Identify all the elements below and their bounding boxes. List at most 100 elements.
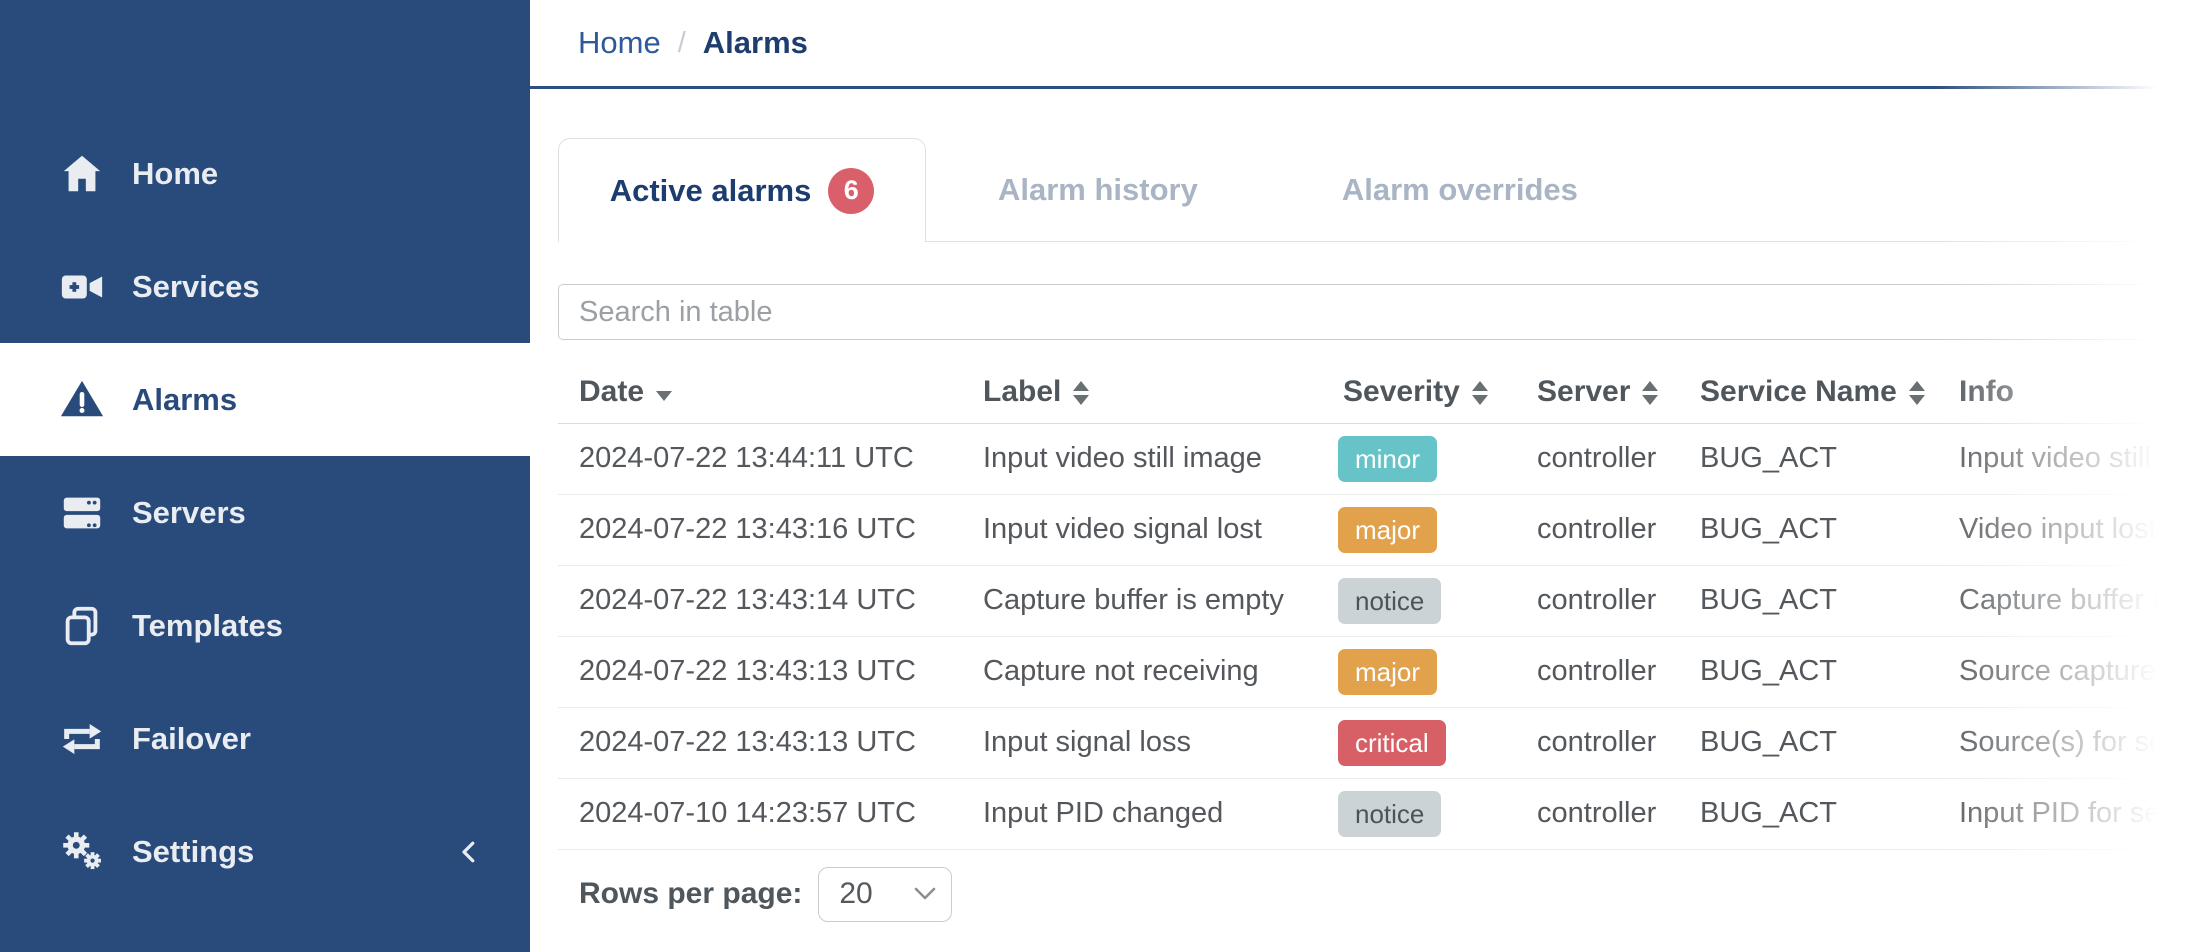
severity-badge: major (1338, 506, 1438, 553)
severity-badge: notice (1338, 577, 1442, 624)
cell-service-name: BUG_ACT (1679, 778, 1938, 850)
table-row[interactable]: 2024-07-22 13:43:16 UTC Input video sign… (558, 494, 2206, 566)
severity-badge: minor (1338, 435, 1438, 482)
cell-service-name: BUG_ACT (1679, 494, 1938, 566)
breadcrumb-current: Alarms (702, 25, 808, 60)
search-input[interactable] (558, 284, 2206, 340)
cell-server: controller (1516, 565, 1679, 637)
servers-icon (59, 490, 105, 536)
sidebar: Home Services Alarms Servers Templates F… (0, 0, 530, 952)
gears-icon (59, 829, 105, 875)
cell-server: controller (1516, 423, 1679, 495)
table-row[interactable]: 2024-07-10 14:23:57 UTC Input PID change… (558, 778, 2206, 850)
tab-active-alarms[interactable]: Active alarms 6 (558, 138, 926, 242)
cell-date: 2024-07-22 13:44:11 UTC (558, 423, 962, 495)
sidebar-item-alarms[interactable]: Alarms (0, 343, 530, 456)
rows-per-page-value: 20 (839, 877, 873, 910)
cell-date: 2024-07-22 13:43:13 UTC (558, 636, 962, 708)
sidebar-item-templates[interactable]: Templates (0, 569, 530, 682)
sidebar-item-label: Alarms (132, 381, 238, 417)
table-row[interactable]: 2024-07-22 13:43:13 UTC Input signal los… (558, 707, 2206, 779)
tab-label: Alarm history (998, 171, 1198, 207)
content: Active alarms 6 Alarm history Alarm over… (530, 138, 2206, 922)
table-row[interactable]: 2024-07-22 13:43:13 UTC Capture not rece… (558, 636, 2206, 708)
camera-plus-icon (59, 264, 105, 310)
alarms-table: Date Label Severity Server Service Name (558, 361, 2206, 850)
cell-server: controller (1516, 778, 1679, 850)
cell-service-name: BUG_ACT (1679, 565, 1938, 637)
severity-badge: critical (1338, 719, 1446, 766)
table-row[interactable]: 2024-07-22 13:43:14 UTC Capture buffer i… (558, 565, 2206, 637)
sidebar-item-label: Templates (132, 607, 284, 643)
sidebar-item-settings[interactable]: Settings (0, 795, 530, 908)
sort-icon (1642, 380, 1659, 405)
severity-badge: major (1338, 648, 1438, 695)
sidebar-item-servers[interactable]: Servers (0, 456, 530, 569)
main-area: Home / Alarms Active alarms 6 Alarm hist… (530, 0, 2206, 952)
tab-label: Active alarms (609, 172, 812, 208)
cell-date: 2024-07-22 13:43:13 UTC (558, 707, 962, 779)
sort-icon (1908, 380, 1925, 405)
cell-info: Source capture for ser (1938, 636, 2206, 708)
chevron-left-icon[interactable] (454, 837, 484, 867)
cell-server: controller (1516, 636, 1679, 708)
tab-bar: Active alarms 6 Alarm history Alarm over… (558, 138, 2206, 242)
cell-info: Capture buffer is empty (1938, 565, 2206, 637)
column-header-server[interactable]: Server (1516, 361, 1679, 424)
severity-badge: notice (1338, 790, 1442, 837)
table-footer: Rows per page: 20 (558, 850, 2206, 922)
home-icon (59, 151, 105, 197)
cell-date: 2024-07-22 13:43:16 UTC (558, 494, 962, 566)
tab-label: Alarm overrides (1341, 171, 1578, 207)
alarm-count-badge: 6 (828, 167, 875, 214)
cell-server: controller (1516, 707, 1679, 779)
column-header-severity[interactable]: Severity (1322, 361, 1516, 424)
cell-label: Input signal loss (962, 707, 1322, 779)
cell-label: Input PID changed (962, 778, 1322, 850)
sort-desc-icon (656, 390, 673, 401)
breadcrumb: Home / Alarms (530, 0, 2206, 89)
sidebar-item-home[interactable]: Home (0, 117, 530, 230)
cell-service-name: BUG_ACT (1679, 423, 1938, 495)
tab-alarm-overrides[interactable]: Alarm overrides (1270, 138, 1650, 241)
copy-icon (59, 603, 105, 649)
breadcrumb-home-link[interactable]: Home (578, 25, 661, 61)
cell-info: Source(s) for service (1938, 707, 2206, 779)
cell-label: Input video still image (962, 423, 1322, 495)
cell-info: Input PID for service (1938, 778, 2206, 850)
cell-label: Input video signal lost (962, 494, 1322, 566)
tab-alarm-history[interactable]: Alarm history (926, 138, 1270, 241)
cell-service-name: BUG_ACT (1679, 636, 1938, 708)
breadcrumb-separator: / (677, 26, 686, 59)
sidebar-item-label: Settings (132, 833, 255, 869)
swap-arrows-icon (59, 716, 105, 762)
cell-info: Video input lost for se (1938, 494, 2206, 566)
chevron-down-icon (913, 886, 937, 902)
rows-per-page-label: Rows per page: (579, 877, 803, 910)
column-header-service-name[interactable]: Service Name (1679, 361, 1938, 424)
column-header-date[interactable]: Date (558, 361, 962, 424)
cell-server: controller (1516, 494, 1679, 566)
column-header-label[interactable]: Label (962, 361, 1322, 424)
sidebar-item-label: Services (132, 268, 260, 304)
table-header-row: Date Label Severity Server Service Name (558, 361, 2206, 424)
sidebar-item-label: Home (132, 155, 219, 191)
cell-label: Capture buffer is empty (962, 565, 1322, 637)
table-row[interactable]: 2024-07-22 13:44:11 UTC Input video stil… (558, 423, 2206, 495)
sort-icon (1471, 380, 1488, 405)
cell-date: 2024-07-22 13:43:14 UTC (558, 565, 962, 637)
cell-date: 2024-07-10 14:23:57 UTC (558, 778, 962, 850)
cell-label: Capture not receiving (962, 636, 1322, 708)
column-header-info: Info (1938, 361, 2206, 424)
sidebar-item-services[interactable]: Services (0, 230, 530, 343)
sidebar-nav: Home Services Alarms Servers Templates F… (0, 0, 530, 952)
sidebar-item-failover[interactable]: Failover (0, 682, 530, 795)
cell-service-name: BUG_ACT (1679, 707, 1938, 779)
sidebar-item-label: Failover (132, 720, 251, 756)
sidebar-item-label: Servers (132, 494, 246, 530)
warning-triangle-icon (59, 377, 105, 423)
sidebar-item-partial[interactable] (0, 908, 530, 952)
sort-icon (1073, 380, 1090, 405)
cell-info: Input video still image (1938, 423, 2206, 495)
rows-per-page-select[interactable]: 20 (818, 866, 953, 922)
